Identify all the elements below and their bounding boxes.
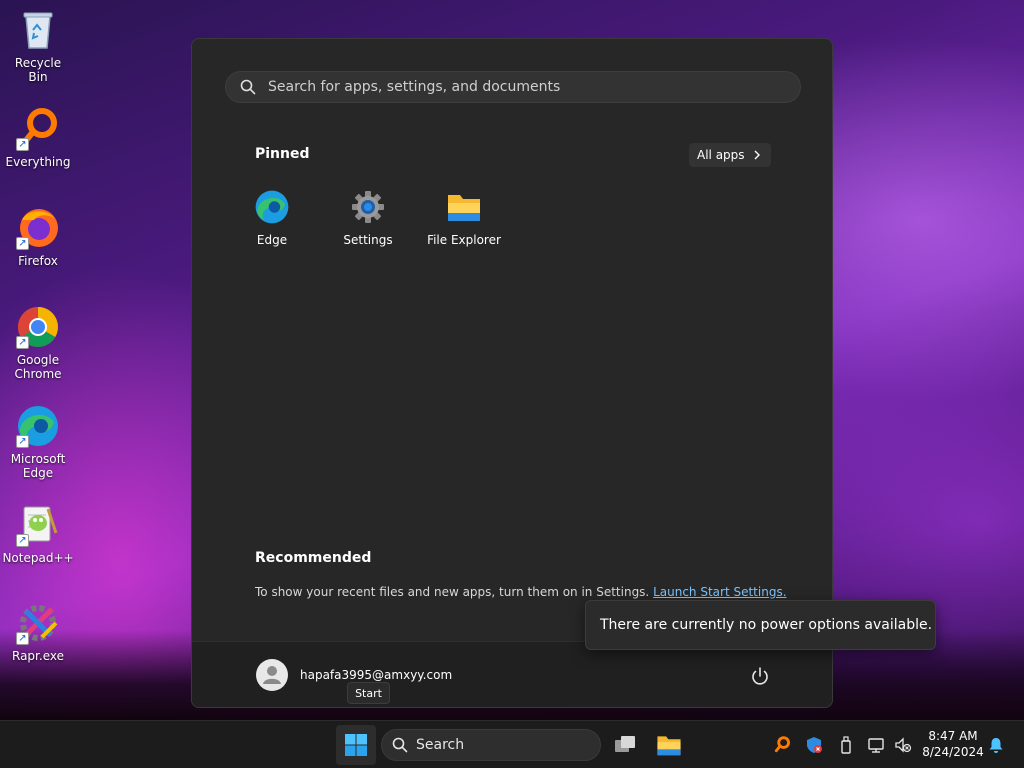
shortcut-arrow-icon: ↗ [16,534,29,547]
taskbar-search-label: Search [416,737,465,753]
chevron-right-icon [754,150,760,160]
search-icon [392,737,408,753]
taskbar: Search 8:47 AM 8/24/2024 [0,720,1024,768]
task-view-button[interactable] [605,725,645,765]
chrome-icon: ↗ [16,305,60,349]
network-icon[interactable] [867,735,887,755]
power-options-tooltip: There are currently no power options ava… [585,600,936,650]
recycle-bin-icon [16,8,60,52]
notification-bell-icon[interactable] [986,735,1006,755]
desktop-icon-recycle-bin[interactable]: Recycle Bin [4,8,72,84]
power-icon [752,667,768,685]
everything-tray-icon[interactable] [772,735,792,755]
volume-muted-icon[interactable] [893,735,913,755]
pinned-app-file-explorer[interactable]: File Explorer [416,189,512,247]
desktop-icon-label: Rapr.exe [12,649,64,663]
all-apps-label: All apps [697,148,745,162]
search-placeholder: Search for apps, settings, and documents [268,79,561,95]
recommended-title: Recommended [255,550,372,566]
edge-icon: ↗ [16,404,60,448]
taskbar-clock[interactable]: 8:47 AM 8/24/2024 [918,728,988,760]
search-icon [240,79,256,95]
start-menu-footer: hapafa3995@amxyy.com [192,641,832,707]
pinned-app-settings[interactable]: Settings [320,189,416,247]
defender-shield-icon[interactable] [804,735,824,755]
notepadpp-icon: ↗ [16,503,60,547]
folder-icon [657,736,681,756]
desktop-icon-rapr[interactable]: ↗ Rapr.exe [4,601,72,663]
desktop-icon-chrome[interactable]: ↗ Google Chrome [4,305,72,381]
pinned-title: Pinned [255,146,310,162]
tooltip-text: Start [355,686,382,700]
shortcut-arrow-icon: ↗ [16,336,29,349]
power-button[interactable] [748,664,772,688]
windows-logo-icon [345,734,367,756]
desktop-icon-label: Google Chrome [14,353,62,381]
pinned-app-edge[interactable]: Edge [224,189,320,247]
all-apps-button[interactable]: All apps [689,143,771,167]
shortcut-arrow-icon: ↗ [16,138,29,151]
edge-icon [254,189,290,225]
desktop-icon-label: Notepad++ [2,551,74,565]
recommended-message: To show your recent files and new apps, … [255,585,787,599]
clock-date: 8/24/2024 [922,745,984,759]
shortcut-arrow-icon: ↗ [16,632,29,645]
shortcut-arrow-icon: ↗ [16,435,29,448]
firefox-icon: ↗ [16,206,60,250]
user-name[interactable]: hapafa3995@amxyy.com [300,668,452,682]
file-explorer-taskbar-button[interactable] [649,725,689,765]
desktop-icon-label: Everything [5,155,71,169]
start-button[interactable] [336,725,376,765]
desktop-icon-notepadpp[interactable]: ↗ Notepad++ [2,503,74,565]
everything-icon: ↗ [16,107,60,151]
avatar[interactable] [256,659,288,691]
pinned-app-label: Settings [343,233,393,247]
desktop-icon-label: Firefox [18,254,58,268]
rapr-icon: ↗ [16,601,60,645]
pinned-app-label: Edge [256,233,288,247]
recommended-text: To show your recent files and new apps, … [255,585,650,599]
shortcut-arrow-icon: ↗ [16,237,29,250]
folder-icon [446,189,482,225]
start-search-input[interactable]: Search for apps, settings, and documents [225,71,801,103]
taskbar-search-box[interactable]: Search [381,729,601,761]
desktop-icon-edge[interactable]: ↗ Microsoft Edge [4,404,72,480]
usb-device-icon[interactable] [836,735,856,755]
desktop-icon-everything[interactable]: ↗ Everything [4,107,72,169]
settings-gear-icon [350,189,386,225]
desktop-icon-label: Recycle Bin [14,56,62,84]
start-tooltip: Start [347,682,390,704]
tooltip-text: There are currently no power options ava… [600,617,933,633]
task-view-icon [615,736,635,752]
clock-time: 8:47 AM [928,729,978,743]
launch-start-settings-link[interactable]: Launch Start Settings. [653,585,786,599]
pinned-app-label: File Explorer [427,233,501,247]
desktop-icon-label: Microsoft Edge [10,452,66,480]
desktop-icon-firefox[interactable]: ↗ Firefox [4,206,72,268]
